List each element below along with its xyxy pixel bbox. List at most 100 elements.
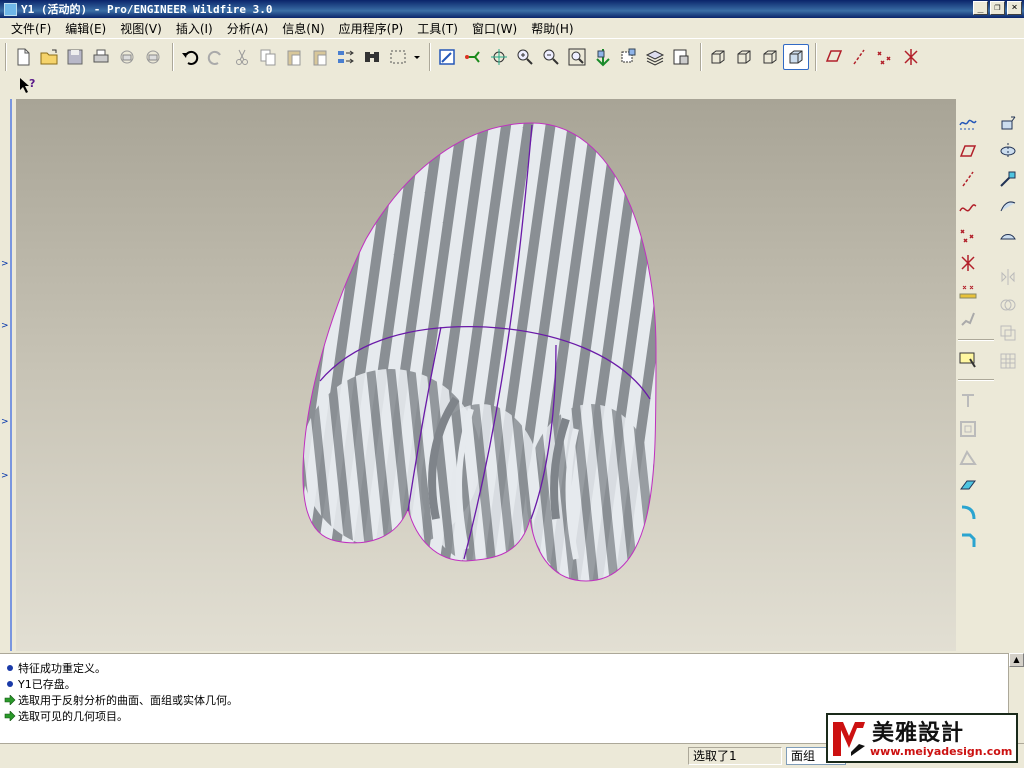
csys-display-icon[interactable] [898,44,924,70]
repaint-icon[interactable] [434,44,460,70]
datum-point-display-icon[interactable] [872,44,898,70]
menu-analysis[interactable]: 分析(A) [220,20,276,37]
intersect-icon[interactable] [996,321,1020,345]
datum-curve-sketch-icon[interactable] [956,111,980,135]
edit-toolbar-group [173,43,426,71]
saved-views-icon[interactable] [616,44,642,70]
expand-arrow-icon[interactable]: > [1,417,9,427]
spin-center-icon[interactable] [460,44,486,70]
trim-icon[interactable] [956,389,980,413]
file-toolbar-group [6,43,169,71]
context-help-icon[interactable]: ? [14,72,40,98]
rib-icon[interactable] [956,473,980,497]
merge-icon[interactable] [996,293,1020,317]
view-toolbar-group [430,43,697,71]
regenerate-icon[interactable] [333,44,359,70]
datum-curve-icon[interactable] [956,195,980,219]
toolbar-separator [958,379,994,381]
sweep-icon[interactable] [996,167,1020,191]
window-title: Y1 (活动的) - Pro/ENGINEER Wildfire 3.0 [21,3,273,16]
open-folder-icon[interactable] [36,44,62,70]
view-manager-icon[interactable] [668,44,694,70]
splitter-line [10,99,12,651]
datum-point-icon[interactable] [956,223,980,247]
orient-icon[interactable] [486,44,512,70]
undo-icon[interactable] [177,44,203,70]
reorient-icon[interactable] [590,44,616,70]
no-hidden-icon[interactable] [757,44,783,70]
offset-csys-icon[interactable] [956,251,980,275]
datum-plane-icon[interactable] [956,139,980,163]
layers-icon[interactable] [642,44,668,70]
model-surface-render [301,122,657,584]
main-toolbar [0,41,1024,73]
expand-arrow-icon[interactable]: > [1,471,9,481]
feature-toolbar [956,99,1024,651]
save-icon[interactable] [62,44,88,70]
blend-icon[interactable] [996,195,1020,219]
shell-icon[interactable] [956,417,980,441]
redo-icon[interactable] [203,44,229,70]
menu-help[interactable]: 帮助(H) [524,20,580,37]
menu-info[interactable]: 信息(N) [275,20,331,37]
pattern-icon[interactable] [996,349,1020,373]
menu-edit[interactable]: 编辑(E) [58,20,113,37]
reflection-analysis-surface[interactable] [301,122,657,584]
zoom-in-icon[interactable] [512,44,538,70]
menu-applications[interactable]: 应用程序(P) [332,20,411,37]
print-icon[interactable] [88,44,114,70]
zoom-out-icon[interactable] [538,44,564,70]
sketch-tool-icon[interactable] [956,347,980,371]
logo-chinese-text: 美雅設計 [872,720,965,746]
model-tree-collapsed-strip[interactable]: > > > > [0,99,16,651]
secondary-toolbar: ? [0,73,1024,97]
datum-display-toolbar-group [816,43,927,71]
copy-icon[interactable] [255,44,281,70]
datum-axis-display-icon[interactable] [846,44,872,70]
hidden-line-icon[interactable] [731,44,757,70]
menu-window[interactable]: 窗口(W) [465,20,524,37]
draft-icon[interactable] [956,445,980,469]
close-button[interactable]: × [1007,1,1022,15]
wireframe-icon[interactable] [705,44,731,70]
revolve-icon[interactable] [996,139,1020,163]
expand-arrow-icon[interactable]: > [1,321,9,331]
paste-icon[interactable] [281,44,307,70]
menu-insert[interactable]: 插入(I) [169,20,220,37]
refit-icon[interactable] [564,44,590,70]
mail-icon[interactable] [140,44,166,70]
shading-icon[interactable] [783,44,809,70]
menu-tools[interactable]: 工具(T) [410,20,465,37]
round-icon[interactable] [956,501,980,525]
message-line: Y1已存盘。 [4,676,1010,692]
new-file-icon[interactable] [10,44,36,70]
graphics-window[interactable] [16,99,956,651]
mirror-icon[interactable] [996,265,1020,289]
scroll-up-icon[interactable]: ▲ [1009,653,1024,667]
send-mail-icon[interactable] [114,44,140,70]
boundary-blend-icon[interactable] [996,223,1020,247]
minimize-button[interactable]: _ [973,1,988,15]
logo-url-text: www.meiyadesign.com [870,745,1013,758]
dropdown-icon[interactable] [411,44,423,70]
logo-mark-icon [833,722,865,756]
cut-icon[interactable] [229,44,255,70]
analysis-feature-icon[interactable] [956,307,980,331]
prompt-arrow-icon [4,711,16,721]
expand-arrow-icon[interactable]: > [1,259,9,269]
point-field-icon[interactable] [956,279,980,303]
chamfer-icon[interactable] [956,529,980,553]
datum-axis-icon[interactable] [956,167,980,191]
find-icon[interactable] [359,44,385,70]
extrude-icon[interactable] [996,111,1020,135]
selection-count: 选取了1 [688,747,782,765]
display-toolbar-group [701,43,812,71]
select-box-icon[interactable] [385,44,411,70]
menu-view[interactable]: 视图(V) [113,20,169,37]
info-bullet-icon [7,681,13,687]
menu-file[interactable]: 文件(F) [4,20,58,37]
prompt-arrow-icon [4,695,16,705]
restore-button[interactable]: ❐ [990,1,1005,15]
paste-special-icon[interactable] [307,44,333,70]
datum-plane-display-icon[interactable] [820,44,846,70]
